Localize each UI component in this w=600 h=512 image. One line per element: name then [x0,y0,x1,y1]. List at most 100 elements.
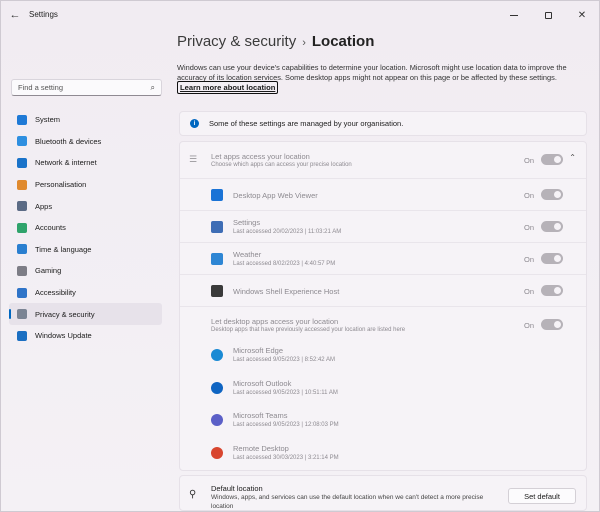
settings-window: ← Settings ✕ Find a setting ⌕ System Blue… [0,0,600,512]
close-icon: ✕ [577,9,587,21]
learn-more-link[interactable]: Learn more about location [177,81,279,94]
sidebar-item-accessibility[interactable]: Accessibility [9,282,162,304]
sidebar-item-time-language[interactable]: Time & language [9,239,162,261]
system-icon [17,114,27,125]
sidebar-item-label: Privacy & security [35,309,95,319]
sidebar-item-gaming[interactable]: Gaming [9,260,162,282]
apps-access-subtitle: Choose which apps can access your precis… [211,162,352,168]
remote-desktop-icon [211,446,223,459]
sidebar-item-label: Accounts [35,223,66,233]
sidebar-item-windows-update[interactable]: Windows Update [9,325,162,347]
location-apps-panel: ☰ Let apps access your location Choose w… [179,141,587,471]
app-last-accessed: Last accessed 8/02/2023 | 4:40:57 PM [233,261,336,267]
page-title: Location [311,33,375,50]
shell-host-icon [211,285,223,297]
maximize-button[interactable] [531,1,565,29]
app-row: Windows Shell Experience Host On [180,274,586,306]
sidebar-item-label: System [35,115,61,125]
update-icon [17,330,27,341]
desktop-app-last-accessed: Last accessed 30/03/2023 | 3:21:14 PM [233,454,339,461]
globe-icon [17,244,27,255]
app-toggle[interactable] [541,189,563,200]
sidebar-item-system[interactable]: System [9,109,162,131]
sidebar-item-label: Gaming [35,266,62,276]
app-state: On [523,287,534,296]
shield-icon [17,309,27,320]
app-state: On [523,255,534,264]
app-state: On [523,223,534,232]
sidebar-item-bluetooth-devices[interactable]: Bluetooth & devices [9,131,162,153]
sidebar-item-network-internet[interactable]: Network & internet [9,152,162,174]
edge-icon [211,349,223,361]
settings-gear-icon [211,221,223,233]
minimize-button[interactable] [497,1,531,29]
desktop-app-name: Remote Desktop [233,443,289,453]
sidebar-nav: System Bluetooth & devices Network & inter… [9,109,162,347]
sidebar-item-label: Personalisation [35,180,87,190]
bluetooth-icon [17,136,27,147]
accessibility-icon [17,287,27,298]
app-name: Desktop App Web Viewer [233,191,318,200]
accounts-icon [17,222,27,233]
sidebar-item-label: Apps [35,201,53,211]
app-name: Weather [233,250,262,259]
app-toggle[interactable] [541,253,563,264]
desktop-app-row: Microsoft Teams Last accessed 9/05/2023 |… [180,405,586,437]
desktop-app-name: Microsoft Outlook [233,378,292,388]
app-toggle[interactable] [541,221,563,232]
sidebar-item-label: Windows Update [35,331,92,341]
breadcrumb-parent[interactable]: Privacy & security [177,33,296,50]
maximize-icon [544,11,552,19]
app-row: Weather Last accessed 8/02/2023 | 4:40:57… [180,242,586,274]
desktop-access-subtitle: Desktop apps that have previously access… [211,327,406,333]
managed-banner-text: Some of these settings are managed by yo… [209,119,404,128]
brush-icon [17,179,27,190]
back-arrow-icon[interactable]: ← [7,7,23,23]
title-bar: ← Settings ✕ [1,1,599,29]
outlook-icon [211,381,223,394]
window-controls: ✕ [497,1,599,29]
webviewer-icon [211,189,223,201]
desktop-access-title: Let desktop apps access your location [211,317,339,326]
managed-banner: i Some of these settings are managed by … [179,111,587,136]
desktop-access-row: Let desktop apps access your location De… [180,306,586,340]
app-last-accessed: Last accessed 20/02/2023 | 11:03:21 AM [233,229,342,235]
apps-access-toggle[interactable] [541,154,563,165]
apps-access-title: Let apps access your location [211,152,310,161]
breadcrumb-separator-icon: › [302,37,306,49]
desktop-app-row: Microsoft Outlook Last accessed 9/05/2023… [180,373,586,405]
sidebar-item-label: Accessibility [35,288,76,298]
minimize-icon [510,14,518,16]
sidebar-item-label: Bluetooth & devices [35,136,102,146]
wifi-icon [17,157,27,168]
sidebar-item-personalisation[interactable]: Personalisation [9,174,162,196]
sidebar-item-label: Network & internet [35,158,97,168]
close-button[interactable]: ✕ [565,1,599,29]
search-icon: ⌕ [150,82,155,92]
default-location-subtitle: Windows, apps, and services can use the … [211,494,484,510]
desktop-access-state: On [523,321,534,330]
chevron-up-icon[interactable]: ⌃ [569,153,576,162]
app-row: Desktop App Web Viewer On [180,178,586,210]
set-default-button[interactable]: Set default [508,488,576,504]
desktop-app-last-accessed: Last accessed 9/05/2023 | 12:08:03 PM [233,422,339,428]
sidebar-item-privacy-security[interactable]: Privacy & security [9,303,162,325]
apps-access-row[interactable]: ☰ Let apps access your location Choose w… [180,142,586,178]
app-toggle[interactable] [541,285,563,296]
sidebar-item-apps[interactable]: Apps [9,195,162,217]
apps-icon [17,201,27,212]
apps-access-state: On [523,156,534,165]
search-placeholder: Find a setting [18,83,64,92]
desktop-app-name: Microsoft Teams [233,411,288,420]
desktop-access-toggle[interactable] [541,319,563,330]
sidebar-item-label: Time & language [35,244,92,254]
default-location-title: Default location [211,484,263,493]
app-name: Settings [233,218,261,227]
desktop-app-last-accessed: Last accessed 9/05/2023 | 10:51:11 AM [233,389,338,396]
app-state: On [523,191,534,200]
page-description: Windows can use your device's capabiliti… [177,63,567,82]
info-icon: i [190,119,199,128]
search-input[interactable]: Find a setting ⌕ [11,79,162,96]
location-pin-icon: ⚲ [189,489,197,500]
sidebar-item-accounts[interactable]: Accounts [9,217,162,239]
